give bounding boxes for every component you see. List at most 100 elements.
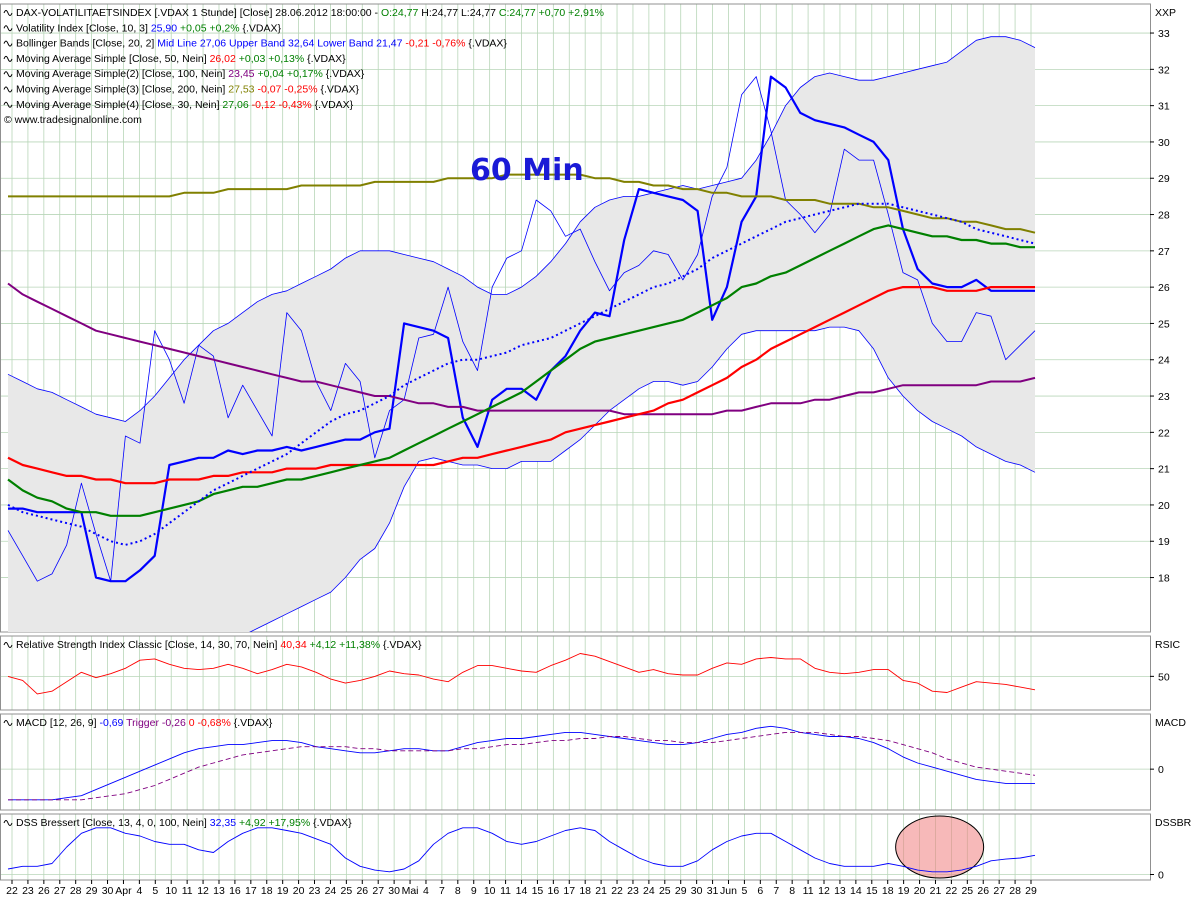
legend-segment: 40,34: [280, 639, 306, 651]
x-tick-label: 10: [165, 885, 177, 897]
legend-segment: {.VDAX}: [240, 22, 282, 34]
legend-segment: 27,06: [222, 99, 248, 111]
legend-segment: +0,05 +0,2%: [177, 22, 239, 34]
x-tick-label: 28: [1009, 885, 1021, 897]
legend-segment: -0,21 -0,76%: [402, 38, 465, 50]
legend-segment: Moving Average Simple(3) [Close, 200, Ne…: [16, 84, 228, 96]
x-tick-label: 13: [834, 885, 846, 897]
x-tick-label: 22: [6, 885, 18, 897]
legend-macd: MACD [12, 26, 9] -0,69 Trigger -0,26 0 -…: [16, 717, 273, 729]
indicator-wave-icon: [3, 40, 13, 47]
y-tick-label: 30: [1158, 137, 1170, 149]
x-tick-label: 11: [182, 885, 193, 897]
indicator-wave-icon: [3, 10, 13, 16]
x-tick-label: 30: [691, 885, 703, 897]
legend-segment: Volatility Index [Close, 10, 3]: [16, 22, 151, 34]
x-tick-label: 24: [325, 885, 337, 897]
x-tick-label: 22: [946, 885, 958, 897]
x-tick-label: 15: [532, 885, 544, 897]
scale-label: RSIC: [1155, 639, 1181, 651]
legend-segment: Moving Average Simple [Close, 50, Nein]: [16, 53, 210, 65]
x-tick-label: 8: [789, 885, 795, 897]
x-tick-label: 12: [818, 885, 830, 897]
y-tick-label: 25: [1158, 318, 1170, 330]
indicator-wave-icon: [3, 642, 13, 648]
x-axis: 22 23 26 27 28 29 30 Apr 4 5 10 11 12 13 16 17 18 19 20 23 2…: [6, 880, 1037, 897]
legend-ma100: Moving Average Simple(2) [Close, 100, Ne…: [16, 68, 365, 80]
scale-label: MACD: [1155, 717, 1186, 729]
legend-ma200: Moving Average Simple(3) [Close, 200, Ne…: [16, 84, 360, 96]
y-tick-label: 29: [1158, 173, 1170, 185]
x-tick-label: 26: [356, 885, 368, 897]
scale-label: DSSBR: [1155, 817, 1192, 829]
legend-segment: -0,07 -0,25%: [255, 84, 318, 96]
x-tick-label: 14: [516, 885, 528, 897]
x-tick-label: 26: [38, 885, 50, 897]
y-tick-label: 27: [1158, 246, 1170, 258]
legend-segment: {.VDAX}: [323, 68, 365, 80]
x-tick-label: 21: [930, 885, 942, 897]
x-tick-label: 9: [471, 885, 477, 897]
y-tick-label: 23: [1158, 391, 1170, 403]
indicator-wave-icon: [3, 25, 13, 32]
x-tick-label: 19: [898, 885, 910, 897]
copyright-text: © www.tradesignalonline.com: [4, 114, 142, 126]
x-tick-label: 25: [961, 885, 973, 897]
legend-ma50: Moving Average Simple [Close, 50, Nein] …: [16, 53, 346, 65]
x-tick-label: 5: [741, 885, 747, 897]
x-tick-label: 16: [548, 885, 560, 897]
x-tick-label: 16: [229, 885, 241, 897]
legend-segment: {.VDAX}: [310, 817, 352, 829]
x-tick-label: 27: [993, 885, 1005, 897]
y-tick-label: 0: [1158, 764, 1164, 776]
highlight-ellipse: [895, 815, 985, 879]
legend-bb: Bollinger Bands [Close, 20, 2] Mid Line …: [16, 38, 507, 50]
x-tick-label: 17: [563, 885, 575, 897]
x-tick-label: 17: [245, 885, 257, 897]
x-tick-label: 4: [136, 885, 142, 897]
x-tick-label: 23: [627, 885, 639, 897]
legend-segment: 25,90: [151, 22, 177, 34]
y-tick-label: 21: [1158, 464, 1170, 476]
x-tick-label: 19: [277, 885, 289, 897]
legend-segment: 23,45: [228, 68, 254, 80]
legend-segment: DAX-VOLATILITAETSINDEX [.VDAX 1 Stunde] …: [16, 7, 381, 19]
x-tick-label: 24: [643, 885, 655, 897]
x-tick-label: 21: [595, 885, 607, 897]
x-tick-label: 10: [484, 885, 496, 897]
legend-segment: {.VDAX}: [465, 38, 507, 50]
legend-vi: Volatility Index [Close, 10, 3] 25,90 +0…: [16, 22, 282, 34]
x-tick-label: 25: [341, 885, 353, 897]
legend-segment: -0,69: [99, 717, 123, 729]
x-tick-label: 20: [914, 885, 926, 897]
timeframe-label: 60 Min: [470, 153, 584, 188]
x-tick-label: Apr: [115, 885, 132, 897]
indicator-wave-icon: [3, 820, 13, 826]
x-tick-label: 5: [152, 885, 158, 897]
legend-segment: +0,04 +0,17%: [255, 68, 323, 80]
legend-segment: -0,26: [159, 717, 186, 729]
legend-segment: {.VDAX}: [312, 99, 354, 111]
legend-segment: Moving Average Simple(2) [Close, 100, Ne…: [16, 68, 228, 80]
x-tick-label: 14: [850, 885, 862, 897]
indicator-wave-icon: [3, 55, 13, 62]
legend-segment: {.VDAX}: [304, 53, 346, 65]
x-tick-label: 29: [675, 885, 687, 897]
legend-ma30: Moving Average Simple(4) [Close, 30, Nei…: [16, 99, 354, 111]
legend-segment: -0,12 -0,43%: [249, 99, 312, 111]
x-tick-label: 7: [439, 885, 445, 897]
x-tick-label: 31: [707, 885, 719, 897]
y-tick-label: 24: [1158, 355, 1170, 367]
legend-segment: {.VDAX}: [380, 639, 422, 651]
scale-label: XXP: [1155, 7, 1176, 19]
legend-segment: Trigger: [123, 717, 159, 729]
legend-segment: H:24,77 L:24,77: [418, 7, 499, 19]
legend-segment: C:24,77 +0,70 +2,91%: [499, 7, 604, 19]
x-tick-label: 18: [261, 885, 273, 897]
legend-segment: +4,92 +17,95%: [236, 817, 310, 829]
x-tick-label: 26: [977, 885, 989, 897]
y-tick-label: 22: [1158, 427, 1170, 439]
x-tick-label: 13: [213, 885, 225, 897]
y-tick-label: 50: [1158, 671, 1170, 683]
y-tick-label: 19: [1158, 536, 1170, 548]
